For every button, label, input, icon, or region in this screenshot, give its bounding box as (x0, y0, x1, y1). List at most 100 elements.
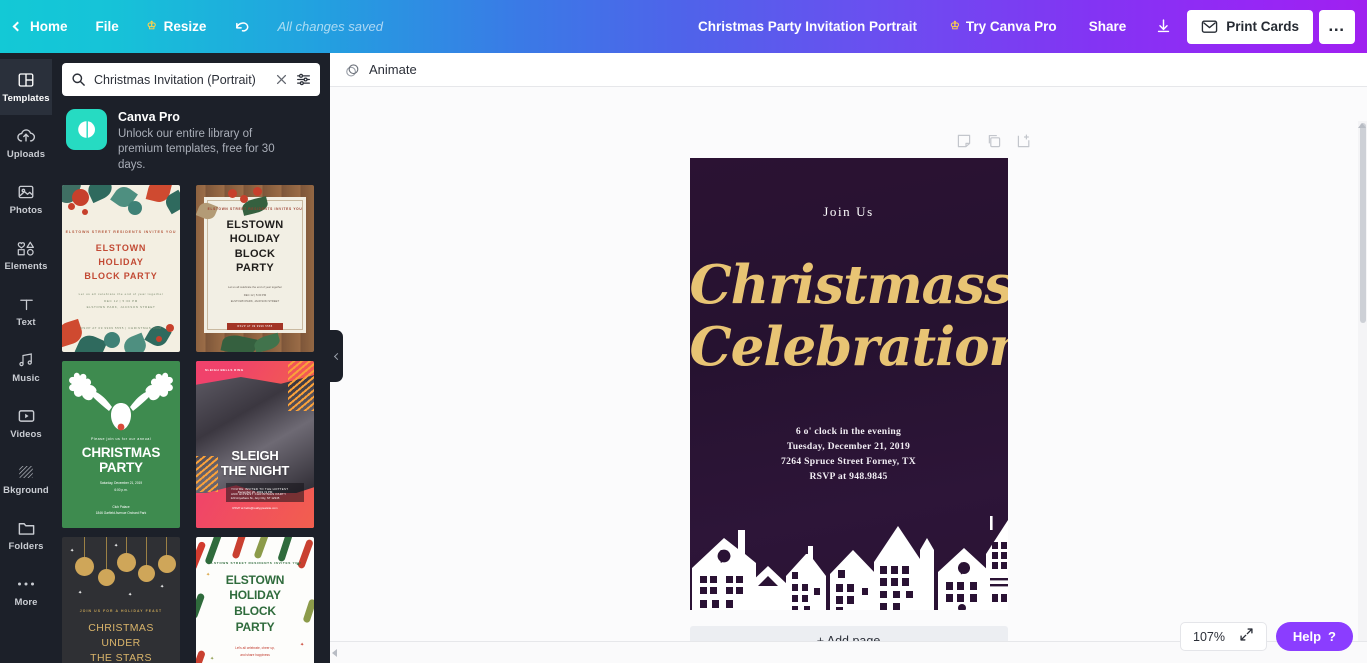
thumbnail-copy: ELSTOWN STREET RESIDENTS INVITES YOU ELS… (62, 229, 180, 332)
canvas-scroll-area[interactable]: Join Us Christmass Celebration 6 o' cloc… (330, 87, 1367, 663)
share-button[interactable]: Share (1076, 10, 1140, 44)
add-page-icon[interactable] (1015, 132, 1033, 150)
canvas-vertical-scrollbar[interactable] (1358, 121, 1367, 663)
scroll-up-caret-icon[interactable] (1358, 123, 1366, 128)
file-menu-button[interactable]: File (82, 10, 133, 44)
star-icon: ✦ (160, 583, 165, 590)
try-pro-label: Try Canva Pro (965, 19, 1057, 34)
editor-area: Animate Join Us Christmass Celebration 6… (330, 53, 1367, 663)
sidebar-item-text[interactable]: Text (0, 283, 52, 339)
template-thumbnail[interactable]: ELSTOWN STREET RESIDENTS INVITES YOU ELS… (196, 184, 314, 352)
search-section (52, 53, 330, 96)
sidebar-item-templates[interactable]: Templates (0, 59, 52, 115)
help-button[interactable]: Help ? (1275, 622, 1353, 651)
sidebar-item-folders[interactable]: Folders (0, 507, 52, 563)
sidebar-label: Music (12, 373, 40, 384)
thumbnail-title: ELSTOWN HOLIDAY BLOCK PARTY (225, 572, 285, 634)
sidebar-item-videos[interactable]: Videos (0, 395, 52, 451)
template-thumbnail[interactable]: Please join us for our annual CHRISTMAS … (62, 360, 180, 528)
sidebar-label: Bkground (3, 485, 49, 496)
home-button[interactable]: Home (0, 10, 82, 44)
thumbnail-datetime: DEC 12 | 5:30 PM (104, 298, 138, 303)
search-box[interactable] (62, 63, 320, 96)
pro-card-title: Canva Pro (118, 110, 180, 124)
thumbnail-eyebrow: SLEIGH BELLS RING (205, 367, 244, 372)
template-thumbnail[interactable]: ✦ ✦ ✦ ✦ ✦ JOIN US FOR A HOLIDAY FEAST CH… (62, 536, 180, 663)
clear-search-icon[interactable] (275, 73, 288, 86)
chevron-left-icon (333, 352, 342, 360)
sidebar-label: Folders (8, 541, 44, 552)
sidebar-item-elements[interactable]: Elements (0, 227, 52, 283)
chevron-left-icon (12, 21, 23, 32)
design-eyebrow: Join Us (823, 204, 874, 219)
templates-panel: Canva Pro Unlock our entire library of p… (52, 53, 330, 663)
thumbnail-footer: December 20, 2019 | 9 PM 123 Anywhere St… (230, 490, 280, 511)
header-right-actions: Christmas Party Invitation Portrait ♔ Tr… (684, 9, 1367, 44)
thumbnail-title: SLEIGH THE NIGHT (220, 447, 290, 478)
thumbnail-ribbon: RSVP AT 09 9999 5555 (227, 322, 283, 330)
thumbnail-body: Let us all celebrate the end of year tog… (78, 292, 164, 297)
undo-button[interactable] (220, 10, 265, 44)
sidebar-label: Videos (10, 429, 42, 440)
templates-icon (17, 70, 35, 90)
detail-line: Tuesday, December 21, 2019 (786, 441, 911, 453)
text-icon (18, 294, 35, 314)
sidebar-item-music[interactable]: Music (0, 339, 52, 395)
pro-card-text: Canva Pro Unlock our entire library of p… (118, 109, 283, 173)
animate-button[interactable]: Animate (336, 57, 426, 83)
template-thumbnail[interactable]: ✦ ✦ ✦ ✦ ELSTOWN STREET RESIDENTS INVITES… (196, 536, 314, 663)
scrollbar-thumb[interactable] (1359, 123, 1366, 323)
thumbnail-datetime: Saturday, December 21, 2019 (99, 481, 143, 486)
folder-icon (17, 518, 36, 538)
sidebar-label: Text (16, 317, 36, 328)
top-header-bar: Home File ♔ Resize All changes saved Chr… (0, 0, 1367, 53)
animate-label: Animate (369, 62, 417, 77)
canva-editor-window: Home File ♔ Resize All changes saved Chr… (0, 0, 1367, 663)
sidebar-label: Elements (4, 261, 48, 272)
home-label: Home (30, 19, 68, 34)
template-thumbnail[interactable]: ELSTOWN STREET RESIDENTS INVITES YOU ELS… (62, 184, 180, 352)
zoom-control[interactable]: 107% (1180, 622, 1267, 651)
design-script-line-2: Celebration (689, 316, 1008, 378)
resize-button[interactable]: ♔ Resize (133, 10, 221, 44)
document-title[interactable]: Christmas Party Invitation Portrait (684, 10, 931, 44)
print-cards-button[interactable]: Print Cards (1187, 9, 1313, 44)
detail-line: RSVP at 948.9845 (809, 471, 888, 483)
thumbnail-eyebrow: Please join us for our annual (90, 436, 152, 441)
thumbnail-eyebrow: ELSTOWN STREET RESIDENTS INVITES YOU (65, 229, 177, 234)
thumbnail-body: Let us all celebrate the end of year tog… (228, 284, 282, 289)
canva-pro-promo-card[interactable]: Canva Pro Unlock our entire library of p… (52, 96, 330, 185)
thumbnail-body: Let's all celebrate, cheer up, and share… (235, 646, 275, 657)
thumbnail-copy: ELSTOWN STREET RESIDENTS INVITES YOU ELS… (196, 207, 314, 304)
template-thumbnail[interactable]: SLEIGH BELLS RING SLEIGH THE NIGHT YOU'R… (196, 360, 314, 528)
sidebar-item-more[interactable]: More (0, 563, 52, 619)
template-grid: ELSTOWN STREET RESIDENTS INVITES YOU ELS… (52, 184, 330, 663)
more-options-button[interactable]: … (1319, 9, 1355, 44)
star-icon: ✦ (78, 589, 83, 596)
thumbnail-address: 1846 Garfield Avenue Orchard Park (95, 511, 147, 516)
pro-card-subtitle: Unlock our entire library of premium tem… (118, 128, 275, 171)
download-button[interactable] (1145, 10, 1181, 44)
page-notes-icon[interactable] (955, 132, 973, 150)
scroll-left-caret-icon[interactable] (332, 648, 337, 657)
sidebar-item-background[interactable]: Bkground (0, 451, 52, 507)
help-badge: ? (1328, 629, 1336, 644)
sidebar-item-photos[interactable]: Photos (0, 171, 52, 227)
thumbnail-copy: Please join us for our annual CHRISTMAS … (62, 437, 180, 517)
collapse-panel-handle[interactable] (330, 330, 343, 382)
undo-icon (236, 22, 249, 32)
canva-logo-icon (66, 109, 107, 150)
duplicate-page-icon[interactable] (985, 132, 1003, 150)
fit-to-screen-icon[interactable] (1239, 627, 1254, 647)
zoom-level-value[interactable]: 107% (1193, 630, 1225, 644)
try-canva-pro-button[interactable]: ♔ Try Canva Pro (937, 10, 1070, 44)
sidebar-label: Templates (2, 93, 50, 104)
envelope-icon (1201, 20, 1218, 33)
stripes-decor (288, 360, 314, 411)
search-input[interactable] (94, 72, 267, 87)
thumbnail-address: ELSTOWN PARK, JACKSON STREET (86, 305, 156, 310)
filter-sliders-icon[interactable] (296, 72, 311, 87)
sidebar-item-uploads[interactable]: Uploads (0, 115, 52, 171)
background-pattern-icon (17, 462, 35, 482)
design-canvas-page[interactable]: Join Us Christmass Celebration 6 o' cloc… (689, 158, 1008, 610)
